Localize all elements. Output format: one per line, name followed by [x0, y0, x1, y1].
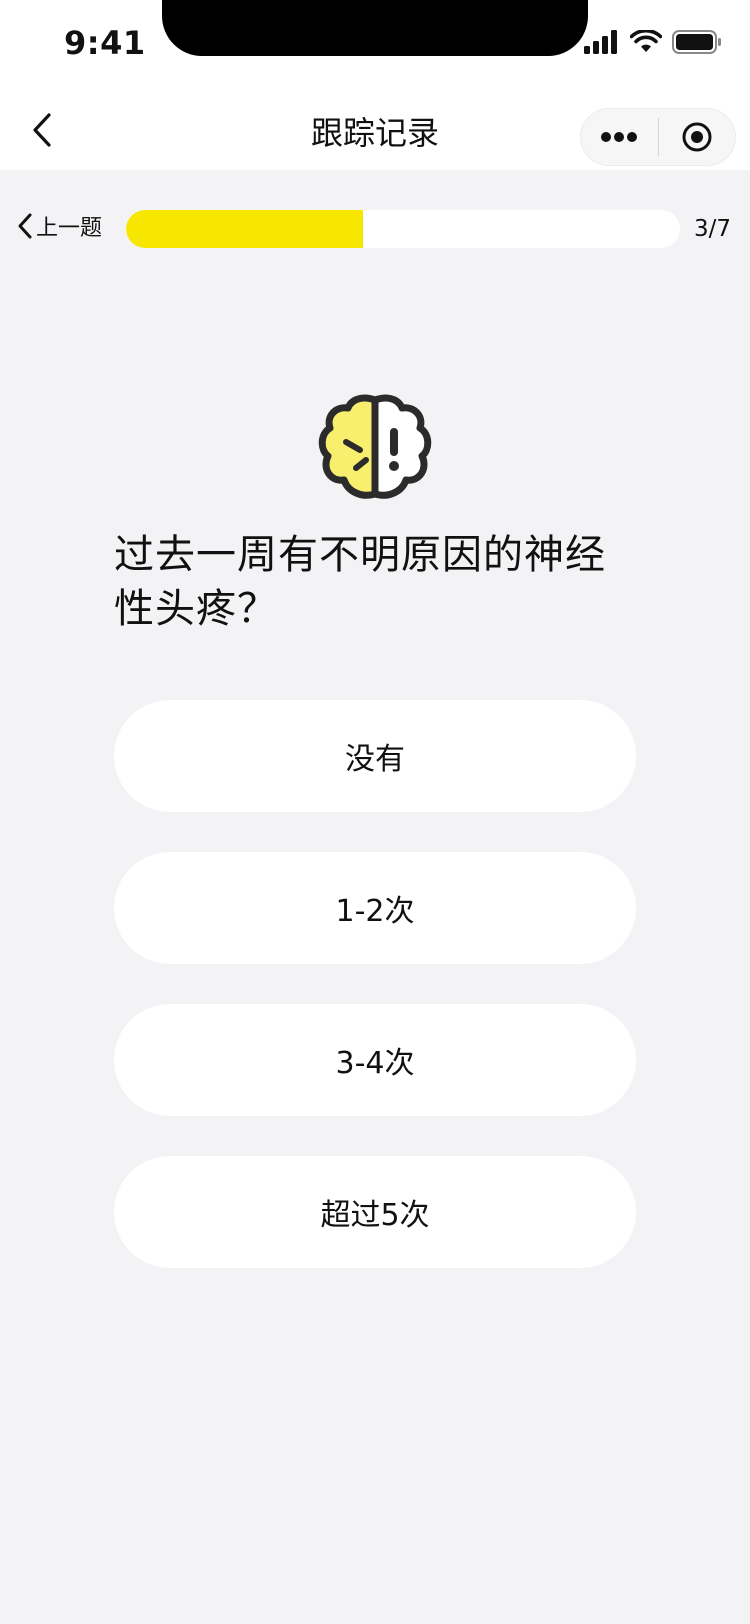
record-target-icon [682, 122, 712, 152]
progress-count: 3/7 [693, 216, 731, 242]
more-button[interactable] [581, 109, 658, 165]
mini-program-capsule [580, 108, 736, 166]
option-over-5-times[interactable]: 超过5次 [114, 1156, 636, 1268]
previous-question-button[interactable]: 上一题 [16, 210, 102, 242]
signal-icon [584, 30, 617, 54]
nav-bar: 跟踪记录 [0, 90, 750, 170]
brain-alert-icon [318, 394, 432, 499]
battery-icon [672, 30, 721, 54]
status-icons [584, 30, 722, 54]
app-screen: 9:41 跟踪记录 上一题 3/7 过去一周有不明原因的神经性头疼？ 没有 1-… [0, 0, 750, 1624]
question-text: 过去一周有不明原因的神经性头疼？ [114, 532, 606, 632]
option-1-2-times[interactable]: 1-2次 [114, 852, 636, 964]
device-notch [162, 0, 588, 56]
status-bar: 9:41 [0, 0, 750, 90]
option-3-4-times[interactable]: 3-4次 [114, 1004, 636, 1116]
previous-question-label: 上一题 [36, 216, 103, 241]
more-dots-icon [601, 132, 638, 142]
progress-fill [126, 210, 364, 248]
option-none[interactable]: 没有 [114, 700, 636, 812]
status-time: 9:41 [64, 24, 146, 62]
progress-bar [126, 210, 680, 248]
chevron-left-icon [18, 213, 32, 239]
wifi-icon [630, 30, 662, 52]
close-mini-program-button[interactable] [659, 109, 736, 165]
